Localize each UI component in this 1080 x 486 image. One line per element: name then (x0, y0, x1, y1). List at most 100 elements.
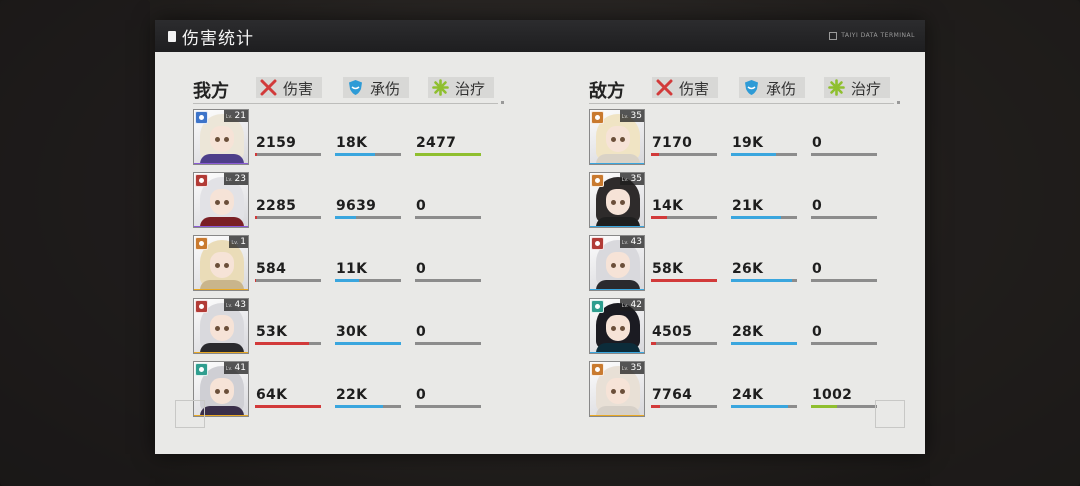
enemy-header-taken: 承伤 (739, 77, 805, 98)
class-badge-icon (195, 237, 208, 250)
level-value: 41 (234, 363, 246, 373)
stat-bar-track (651, 342, 717, 345)
unit-portrait[interactable]: Lv. 43 (589, 235, 645, 291)
stat-taken: 19K (731, 135, 797, 157)
stat-bar-track (255, 405, 321, 408)
stat-bar-fill (255, 342, 310, 345)
stat-bar-fill (731, 342, 797, 345)
rarity-strip (590, 415, 644, 416)
stat-bar-fill (731, 216, 781, 219)
header-marker-icon (168, 31, 176, 42)
stat-bar-track (731, 216, 797, 219)
unit-portrait[interactable]: Lv. 21 (193, 109, 249, 165)
level-tag: Lv. 21 (223, 110, 248, 122)
class-badge-icon (591, 363, 604, 376)
stat-heal: 0 (811, 198, 877, 220)
stat-heal: 2477 (415, 135, 481, 157)
ally-header-heal: 治疗 (428, 77, 494, 98)
rarity-strip (194, 352, 248, 353)
stat-damage: 2285 (255, 198, 321, 220)
stat-taken: 11K (335, 261, 401, 283)
portrait-face (210, 315, 234, 341)
header-label: 治疗 (455, 80, 486, 98)
shield-icon (347, 79, 364, 96)
stat-value: 19K (732, 135, 764, 151)
stat-bar-fill (335, 216, 357, 219)
stat-bar-track (255, 342, 321, 345)
portrait-eye (620, 263, 625, 268)
portrait-face (606, 189, 630, 215)
stat-bar-track (731, 279, 797, 282)
terminal-icon (829, 32, 837, 40)
level-value: 43 (234, 300, 246, 310)
unit-portrait[interactable]: Lv. 35 (589, 361, 645, 417)
stat-value: 2285 (256, 198, 297, 214)
level-value: 35 (630, 174, 642, 184)
unit-portrait[interactable]: Lv. 35 (589, 109, 645, 165)
unit-portrait[interactable]: Lv. 43 (193, 298, 249, 354)
stat-heal: 0 (415, 261, 481, 283)
unit-row: Lv. 43 53K 30K 0 (193, 298, 513, 356)
stat-value: 28K (732, 324, 764, 340)
stat-value: 18K (336, 135, 368, 151)
stat-bar-track (811, 216, 877, 219)
stat-bar-track (731, 153, 797, 156)
portrait-eye (620, 137, 625, 142)
class-badge-icon (591, 174, 604, 187)
stat-bar-track (811, 405, 877, 408)
portrait-eye (215, 326, 220, 331)
stat-bar-fill (335, 405, 384, 408)
level-tag: Lv. 35 (619, 362, 644, 374)
stat-bar-track (415, 405, 481, 408)
corner-decoration-right (875, 400, 905, 428)
portrait-face (210, 378, 234, 404)
stat-bar-track (731, 342, 797, 345)
ally-header-divider (193, 101, 504, 104)
unit-portrait[interactable]: Lv. 1 (193, 235, 249, 291)
stat-heal: 0 (811, 261, 877, 283)
level-tag: Lv. 35 (619, 110, 644, 122)
class-badge-icon (591, 300, 604, 313)
stat-bar-track (415, 342, 481, 345)
stat-value: 64K (256, 387, 288, 403)
stat-bar-track (335, 342, 401, 345)
stat-bar-track (255, 216, 321, 219)
portrait-eye (611, 263, 616, 268)
level-value: 42 (630, 300, 642, 310)
stat-value: 22K (336, 387, 368, 403)
unit-portrait[interactable]: Lv. 42 (589, 298, 645, 354)
stat-taken: 18K (335, 135, 401, 157)
unit-row: Lv. 41 64K 22K 0 (193, 361, 513, 419)
stat-damage: 4505 (651, 324, 717, 346)
stat-taken: 24K (731, 387, 797, 409)
unit-portrait[interactable]: Lv. 35 (589, 172, 645, 228)
background-scene (0, 0, 150, 486)
stat-value: 24K (732, 387, 764, 403)
stat-heal: 1002 (811, 387, 877, 409)
stat-bar-track (811, 342, 877, 345)
stat-bar-track (415, 153, 481, 156)
stat-bar-fill (731, 279, 793, 282)
rarity-strip (194, 163, 248, 164)
unit-portrait[interactable]: Lv. 23 (193, 172, 249, 228)
rarity-strip (590, 352, 644, 353)
unit-row: Lv. 42 4505 28K 0 (589, 298, 909, 356)
stat-bar-fill (255, 279, 256, 282)
stat-heal: 0 (811, 324, 877, 346)
stat-value: 0 (416, 198, 427, 214)
enemy-header-heal: 治疗 (824, 77, 890, 98)
portrait-face (210, 126, 234, 152)
rarity-strip (590, 163, 644, 164)
class-badge-icon (591, 111, 604, 124)
stat-damage: 58K (651, 261, 717, 283)
header-label: 治疗 (851, 80, 882, 98)
portrait-eye (611, 200, 616, 205)
panel-title: 伤害统计 (182, 29, 254, 49)
stat-taken: 21K (731, 198, 797, 220)
level-tag: Lv. 1 (229, 236, 248, 248)
header-label: 承伤 (370, 80, 401, 98)
stat-bar-fill (415, 153, 481, 156)
level-value: 1 (240, 237, 246, 247)
portrait-eye (224, 263, 229, 268)
portrait-face (606, 252, 630, 278)
